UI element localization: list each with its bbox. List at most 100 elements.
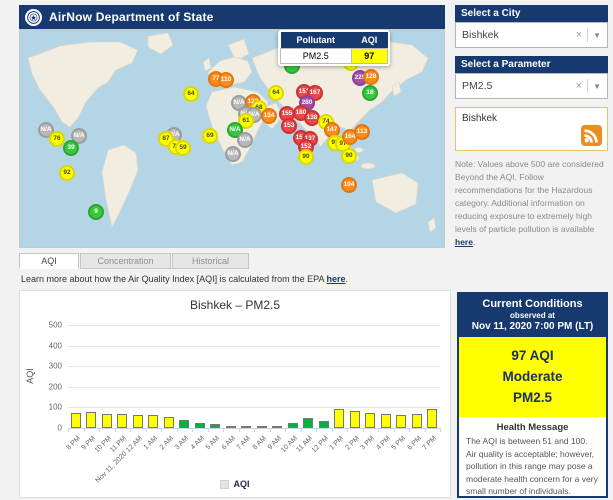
x-tick-label: 1 PM bbox=[328, 435, 345, 452]
aqi-bar bbox=[349, 410, 360, 428]
chart-legend[interactable]: AQI bbox=[20, 479, 450, 489]
x-tick-label: 4 PM bbox=[374, 435, 392, 452]
aqi-marker[interactable]: 128 bbox=[363, 69, 379, 85]
x-tick bbox=[114, 428, 116, 432]
aqi-marker[interactable]: N/A bbox=[225, 146, 241, 162]
learn-more-before: Learn more about how the Air Quality Ind… bbox=[21, 274, 327, 284]
y-tick-label: 100 bbox=[48, 402, 62, 412]
current-conditions-header: Current Conditions observed at Nov 11, 2… bbox=[459, 294, 606, 337]
aqi-marker[interactable]: 69 bbox=[202, 128, 218, 144]
city-widget: Select a City bbox=[455, 5, 608, 22]
gridline bbox=[68, 325, 440, 326]
x-tick bbox=[331, 428, 333, 432]
aqi-marker[interactable]: 64 bbox=[183, 86, 199, 102]
x-tick-label: 4 AM bbox=[189, 435, 206, 452]
x-tick-label: 6 PM bbox=[405, 435, 423, 452]
aqi-marker[interactable]: 64 bbox=[268, 85, 284, 101]
gridline bbox=[68, 345, 440, 347]
observation-timestamp: Nov 11, 2020 7:00 PM (LT) bbox=[471, 321, 594, 332]
aqi-marker[interactable]: 92 bbox=[59, 165, 75, 181]
current-aqi-category: Moderate bbox=[502, 369, 563, 384]
chevron-down-icon[interactable]: ▼ bbox=[588, 82, 601, 91]
chart-plot-area: 0 100 200 300 400 500 8 PM 9 PM 10 PM 11 PM Nov 11… bbox=[49, 321, 441, 484]
current-aqi-value: 97 AQI bbox=[511, 348, 554, 363]
aqi-marker[interactable]: 104 bbox=[341, 177, 357, 193]
x-tick bbox=[316, 428, 317, 432]
x-tick-label: 10 PM bbox=[93, 435, 113, 455]
y-tick-label: 400 bbox=[48, 341, 62, 351]
current-pollutant: PM2.5 bbox=[512, 390, 553, 405]
chevron-down-icon[interactable]: ▼ bbox=[588, 31, 601, 40]
y-tick-label: 0 bbox=[57, 423, 62, 433]
aqi-bar bbox=[365, 413, 376, 428]
popup-aqi-header: AQI bbox=[351, 32, 388, 49]
aqi-bar bbox=[194, 422, 205, 428]
aqi-marker[interactable]: 113 bbox=[354, 124, 370, 140]
x-tick bbox=[362, 428, 364, 432]
popup-pollutant-value: PM2.5 bbox=[280, 48, 352, 64]
aqi-marker[interactable]: 90 bbox=[341, 148, 357, 164]
x-tick bbox=[347, 428, 348, 432]
aqi-bar bbox=[117, 413, 128, 428]
city-select-value: Bishkek bbox=[462, 29, 499, 41]
learn-more-after: . bbox=[345, 274, 349, 284]
health-message-title: Health Message bbox=[496, 422, 569, 433]
aqi-marker[interactable]: 110 bbox=[218, 72, 234, 88]
aqi-bar bbox=[179, 420, 190, 428]
tab-concentration[interactable]: Concentration bbox=[80, 253, 171, 269]
x-tick bbox=[440, 428, 441, 432]
tab-historical[interactable]: Historical bbox=[172, 253, 249, 269]
x-tick-label: 8 PM bbox=[64, 435, 82, 452]
aqi-marker[interactable]: 90 bbox=[298, 149, 314, 165]
aqi-bar bbox=[272, 426, 283, 428]
parameter-select[interactable]: PM2.5 × ▼ bbox=[455, 73, 608, 99]
current-aqi-block: 97 AQI Moderate PM2.5 bbox=[459, 337, 606, 417]
view-tabs: AQI Concentration Historical bbox=[19, 253, 249, 269]
aqi-bar bbox=[70, 412, 81, 428]
clear-parameter-icon[interactable]: × bbox=[571, 80, 587, 92]
aqi-bar bbox=[210, 424, 221, 428]
chart-title: Bishkek – PM2.5 bbox=[189, 298, 281, 312]
x-tick bbox=[130, 428, 131, 432]
y-axis-title: AQI bbox=[24, 368, 35, 384]
aqi-bar bbox=[396, 414, 407, 428]
x-tick bbox=[223, 428, 224, 432]
aqi-bar bbox=[163, 417, 174, 428]
rss-icon[interactable] bbox=[581, 125, 602, 146]
select-parameter-header: Select a Parameter bbox=[455, 56, 608, 73]
aqi-bar bbox=[86, 411, 97, 428]
x-tick bbox=[83, 428, 85, 432]
note-after: . bbox=[472, 237, 476, 247]
epa-here-link[interactable]: here bbox=[327, 274, 346, 284]
aqi-chart-panel: Bishkek – PM2.5 AQI 0 100 200 300 400 500 8 PM… bbox=[19, 290, 451, 498]
clear-city-icon[interactable]: × bbox=[571, 29, 587, 41]
world-aqi-map[interactable]: N/A76N/A39929647711064N/A12268N/AN/A1346… bbox=[19, 29, 445, 248]
city-select-wrap: Bishkek × ▼ bbox=[455, 22, 608, 48]
aqi-bar bbox=[318, 421, 329, 428]
gridline bbox=[68, 407, 440, 409]
x-tick-label: 7 PM bbox=[421, 435, 438, 452]
x-tick-label: 11 AM bbox=[295, 435, 314, 454]
x-tick-label: 1 AM bbox=[142, 435, 159, 452]
note-here-link[interactable]: here bbox=[455, 237, 473, 247]
aqi-bar bbox=[256, 426, 267, 428]
y-tick-label: 300 bbox=[48, 361, 62, 371]
learn-more-text: Learn more about how the Air Quality Ind… bbox=[21, 274, 348, 284]
health-message-text: The AQI is between 51 and 100. Air quali… bbox=[466, 436, 599, 500]
x-tick bbox=[161, 428, 162, 432]
tab-aqi[interactable]: AQI bbox=[19, 253, 79, 269]
page-title: AirNow Department of State bbox=[49, 10, 214, 24]
aqi-marker[interactable]: 18 bbox=[362, 85, 378, 101]
popup-pollutant-header: Pollutant bbox=[280, 32, 352, 49]
aqi-marker[interactable]: 9 bbox=[88, 204, 104, 220]
aqi-bar bbox=[411, 414, 422, 428]
aqi-marker[interactable]: N/A bbox=[237, 132, 253, 148]
rss-feed-box: Bishkek bbox=[455, 107, 608, 151]
aqi-bar bbox=[132, 414, 143, 428]
aqi-marker[interactable]: 134 bbox=[261, 108, 277, 124]
x-tick bbox=[99, 428, 100, 432]
aqi-marker[interactable]: 59 bbox=[175, 140, 191, 156]
x-tick bbox=[409, 428, 410, 432]
aqi-marker[interactable]: 39 bbox=[63, 140, 79, 156]
city-select[interactable]: Bishkek × ▼ bbox=[455, 22, 608, 48]
